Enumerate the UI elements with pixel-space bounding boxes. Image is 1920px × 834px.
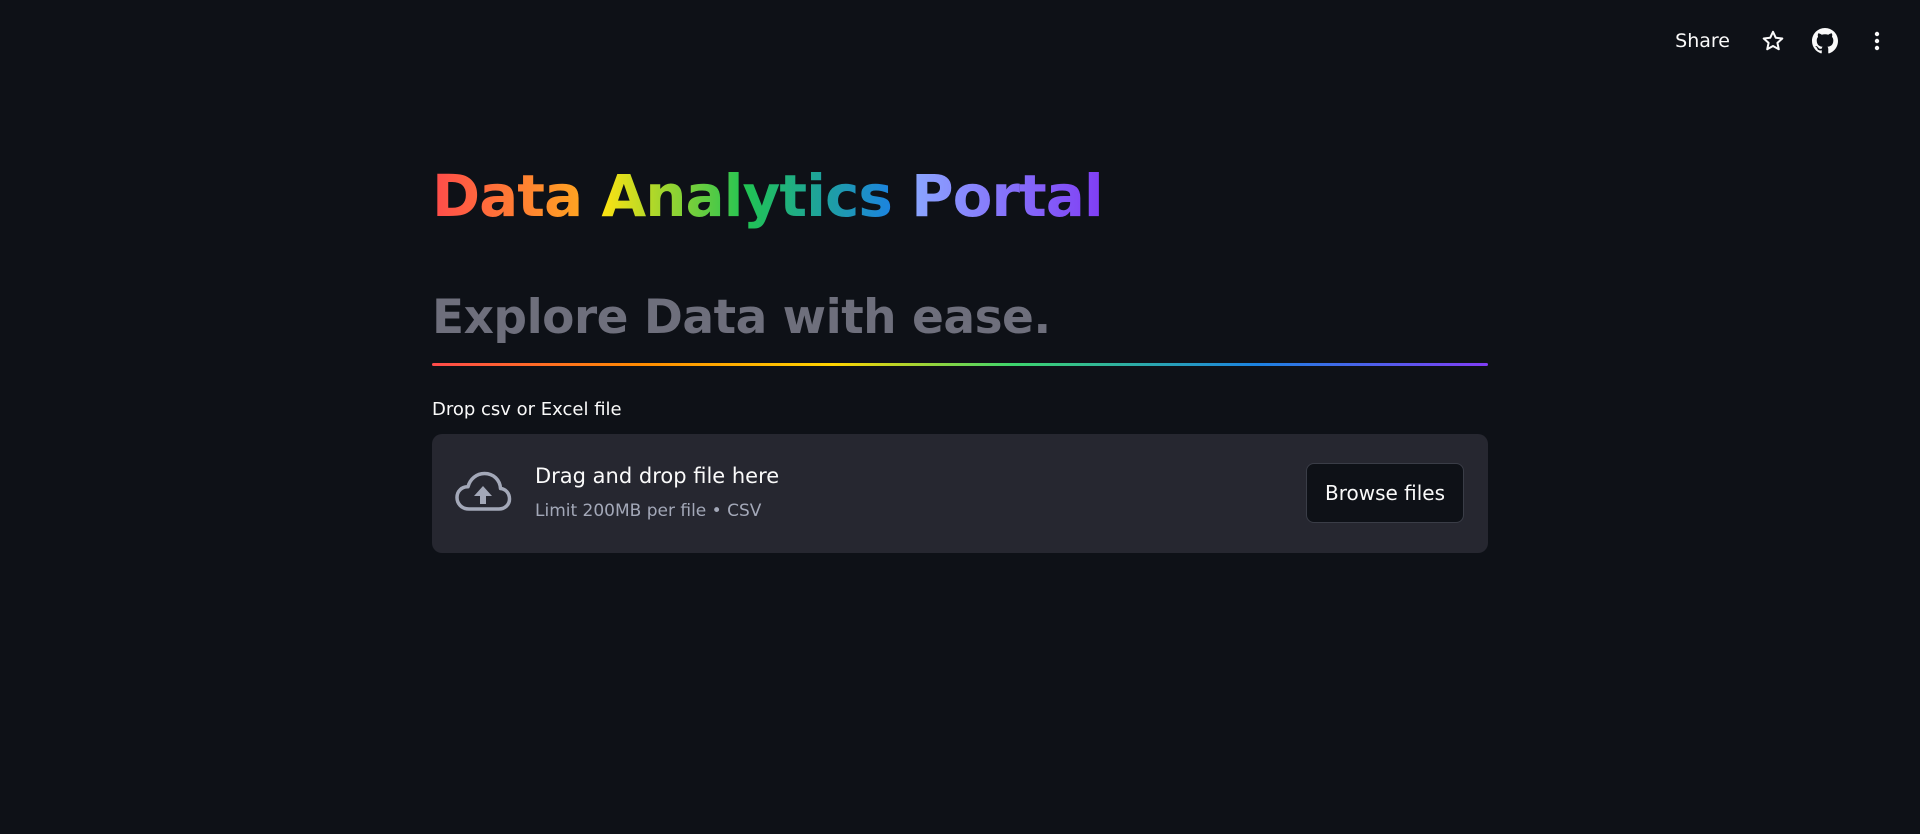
cloud-upload-icon: [454, 469, 512, 517]
dropzone-limit-text: Limit 200MB per file • CSV: [535, 501, 762, 521]
rainbow-divider: [432, 363, 1488, 366]
browse-files-button[interactable]: Browse files: [1306, 463, 1464, 523]
file-dropzone[interactable]: Drag and drop file here Limit 200MB per …: [432, 434, 1488, 553]
github-icon[interactable]: [1810, 26, 1840, 56]
page-title: Data Analytics Portal: [432, 160, 1104, 232]
dropzone-instructions: Drag and drop file here Limit 200MB per …: [535, 462, 779, 522]
page-subtitle: Explore Data with ease.: [432, 290, 1051, 345]
title-word: Data: [432, 162, 583, 230]
star-icon[interactable]: [1758, 26, 1788, 56]
title-word: Analytics: [601, 162, 893, 230]
share-button[interactable]: Share: [1669, 26, 1736, 56]
dropzone-title: Drag and drop file here: [535, 464, 780, 488]
title-word: Portal: [911, 162, 1104, 230]
file-uploader-label: Drop csv or Excel file: [432, 399, 622, 420]
app-toolbar: Share: [1669, 22, 1892, 60]
more-vertical-icon[interactable]: [1862, 26, 1892, 56]
